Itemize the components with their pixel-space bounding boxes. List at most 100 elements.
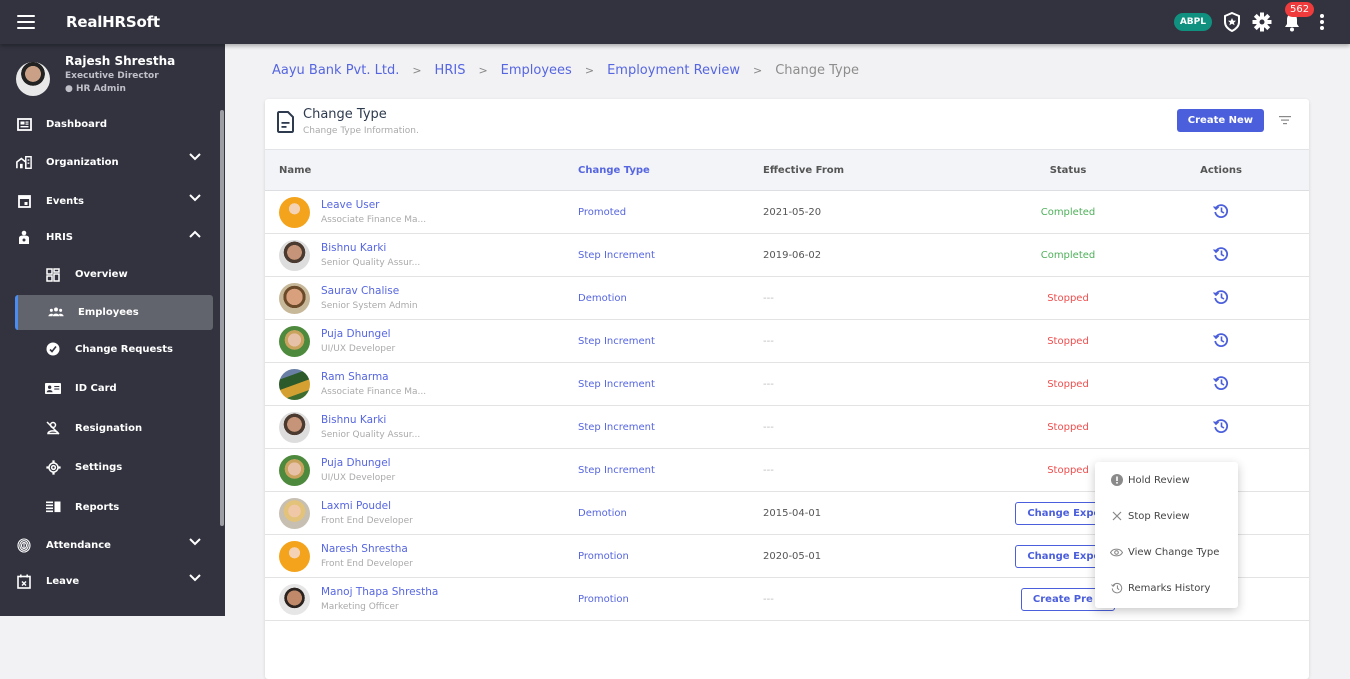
employee-designation: Front End Developer: [321, 559, 413, 569]
breadcrumb: Aayu Bank Pvt. Ltd. > HRIS > Employees > Em…: [272, 63, 859, 78]
employee-name-link[interactable]: Manoj Thapa Shrestha: [321, 586, 438, 598]
employee-name-link[interactable]: Puja Dhungel: [321, 457, 395, 469]
menu-item-hold-review[interactable]: Hold Review: [1095, 462, 1238, 498]
employee-designation: UI/UX Developer: [321, 344, 396, 354]
breadcrumb-hris[interactable]: HRIS: [435, 63, 466, 78]
sidebar-item-overview[interactable]: Overview: [0, 255, 225, 295]
sidebar-item-events[interactable]: Events: [0, 183, 225, 219]
change-type-link[interactable]: Promotion: [578, 578, 763, 621]
user-profile[interactable]: Rajesh Shrestha Executive Director ● HR …: [0, 44, 225, 106]
chevron-up-icon[interactable]: [189, 230, 201, 241]
status-badge: Stopped: [1047, 421, 1089, 433]
table-header-row: Name Change Type Effective From Status A…: [265, 149, 1309, 191]
menu-item-stop-review[interactable]: Stop Review: [1095, 498, 1238, 534]
sidebar-item-resignation[interactable]: Resignation: [0, 409, 225, 449]
chevron-down-icon[interactable]: [189, 574, 201, 585]
change-type-link[interactable]: Promoted: [578, 191, 763, 234]
notification-bell-icon[interactable]: 562: [1282, 2, 1315, 32]
effective-from: 2019-06-02: [763, 249, 822, 261]
employee-name-link[interactable]: Bishnu Karki: [321, 242, 420, 254]
avatar: [279, 282, 310, 314]
sidebar-item-settings[interactable]: Settings: [0, 448, 225, 488]
history-icon[interactable]: [1213, 375, 1229, 394]
sidebar-item-id-card[interactable]: ID Card: [0, 369, 225, 409]
sidebar-item-label: Settings: [75, 462, 123, 474]
breadcrumb-employees[interactable]: Employees: [501, 63, 572, 78]
employee-name-link[interactable]: Leave User: [321, 199, 426, 211]
history-icon[interactable]: [1213, 289, 1229, 308]
employee-designation: UI/UX Developer: [321, 473, 396, 483]
sidebar-item-leave[interactable]: Leave: [0, 563, 225, 599]
status-badge: Completed: [1040, 249, 1096, 261]
menu-item-view-change-type[interactable]: View Change Type: [1095, 534, 1238, 570]
chevron-down-icon[interactable]: [189, 538, 201, 549]
change-type-link[interactable]: Step Increment: [578, 449, 763, 492]
column-header-change-type[interactable]: Change Type: [578, 149, 763, 191]
calendar-x-icon: [16, 573, 32, 589]
history-icon[interactable]: [1213, 332, 1229, 351]
org-badge[interactable]: ABPL: [1173, 13, 1212, 31]
avatar: [279, 497, 310, 529]
column-header-actions: Actions: [1153, 149, 1309, 191]
breadcrumb-org[interactable]: Aayu Bank Pvt. Ltd.: [272, 63, 399, 78]
employee-name-link[interactable]: Bishnu Karki: [321, 414, 420, 426]
avatar: [279, 411, 310, 443]
filter-icon[interactable]: [1279, 115, 1291, 128]
change-type-link[interactable]: Demotion: [578, 277, 763, 320]
dashboard-icon: [16, 116, 32, 132]
history-icon[interactable]: [1213, 203, 1229, 222]
user-role: Executive Director: [65, 71, 159, 81]
change-type-link[interactable]: Step Increment: [578, 406, 763, 449]
table-row: Ram Sharma Associate Finance Ma... Step …: [265, 363, 1309, 406]
menu-item-remarks-history[interactable]: Remarks History: [1095, 570, 1238, 606]
change-type-link[interactable]: Step Increment: [578, 234, 763, 277]
change-type-link[interactable]: Demotion: [578, 492, 763, 535]
app-title: RealHRSoft: [66, 13, 160, 31]
change-type-link[interactable]: Step Increment: [578, 320, 763, 363]
chevron-down-icon[interactable]: [189, 153, 201, 164]
check-circle-icon: [45, 341, 61, 357]
sidebar-item-change-requests[interactable]: Change Requests: [0, 330, 225, 370]
chevron-down-icon[interactable]: [189, 194, 201, 205]
sidebar-item-employees[interactable]: Employees: [15, 294, 213, 330]
column-header-name[interactable]: Name: [265, 149, 578, 191]
create-new-button[interactable]: Create New: [1176, 109, 1264, 132]
sidebar-item-reports[interactable]: Reports: [0, 488, 225, 528]
table-row: Bishnu Karki Senior Quality Assur... Ste…: [265, 234, 1309, 277]
column-header-effective-from[interactable]: Effective From: [763, 149, 983, 191]
sidebar-item-attendance[interactable]: Attendance: [0, 527, 225, 563]
sidebar-scrollbar[interactable]: [220, 110, 224, 526]
history-icon[interactable]: [1213, 418, 1229, 437]
breadcrumb-separator: >: [584, 64, 595, 77]
column-header-status[interactable]: Status: [983, 149, 1153, 191]
sidebar-item-label: ID Card: [75, 383, 117, 395]
breadcrumb-current: Change Type: [775, 63, 859, 78]
history-icon[interactable]: [1213, 246, 1229, 265]
breadcrumb-separator: >: [412, 64, 422, 77]
sidebar-item-hris[interactable]: HRIS: [0, 219, 225, 255]
sidebar-item-label: Dashboard: [46, 118, 107, 130]
table-row: Puja Dhungel UI/UX Developer Step Increm…: [265, 320, 1309, 363]
breadcrumb-employment-review[interactable]: Employment Review: [607, 63, 740, 78]
menu-toggle-icon[interactable]: [17, 15, 35, 29]
status-badge: Stopped: [1047, 292, 1089, 304]
sidebar-item-organization[interactable]: Organization: [0, 142, 225, 183]
close-icon: [1110, 510, 1123, 523]
employee-name-link[interactable]: Naresh Shrestha: [321, 543, 413, 555]
avatar: [279, 239, 310, 271]
more-vertical-icon[interactable]: [1312, 12, 1332, 32]
sidebar-item-dashboard[interactable]: Dashboard: [0, 106, 225, 142]
shield-star-icon[interactable]: [1222, 12, 1242, 32]
employee-name-link[interactable]: Ram Sharma: [321, 371, 426, 383]
calendar-icon: [16, 193, 32, 209]
sidebar-item-label: Organization: [46, 157, 119, 168]
employee-name-link[interactable]: Saurav Chalise: [321, 285, 418, 297]
employee-designation: Senior Quality Assur...: [321, 258, 421, 268]
gear-icon[interactable]: [1252, 12, 1272, 32]
change-type-link[interactable]: Promotion: [578, 535, 763, 578]
employee-name-link[interactable]: Laxmi Poudel: [321, 500, 413, 512]
menu-item-label: Stop Review: [1128, 510, 1190, 522]
action-dropdown-menu: Hold Review Stop Review View Change Type…: [1095, 462, 1238, 608]
employee-name-link[interactable]: Puja Dhungel: [321, 328, 395, 340]
change-type-link[interactable]: Step Increment: [578, 363, 763, 406]
